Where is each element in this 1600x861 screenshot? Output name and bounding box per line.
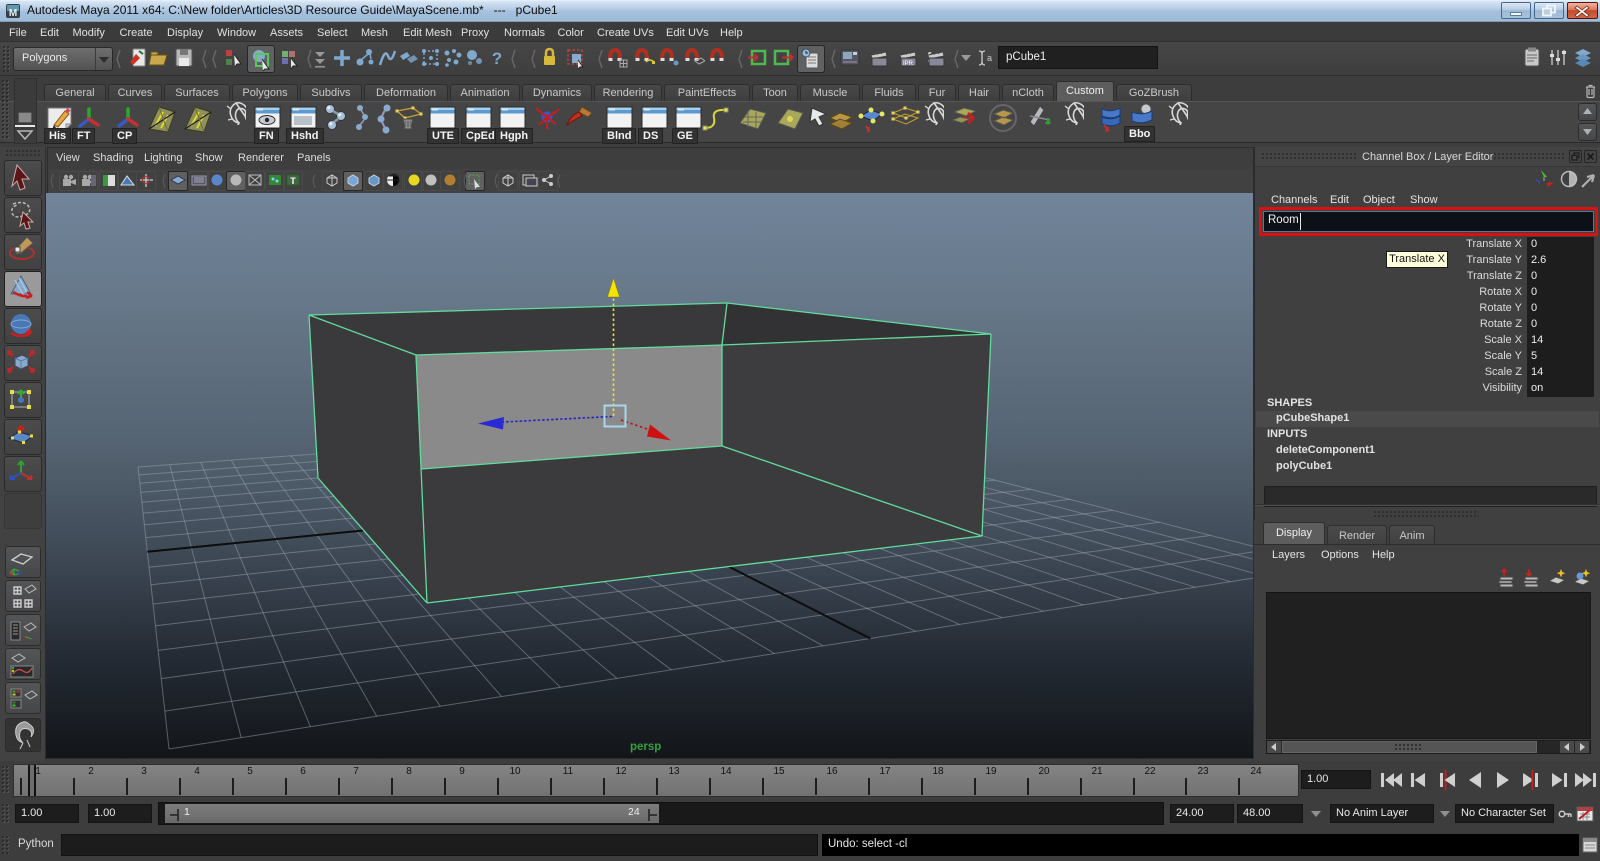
svg-text:T: T: [290, 176, 296, 186]
svg-text:?: ?: [492, 49, 502, 68]
svg-text:persp: persp: [630, 741, 661, 753]
svg-text:IPR: IPR: [903, 61, 914, 67]
svg-text:M: M: [9, 8, 17, 19]
svg-text:a: a: [987, 53, 992, 63]
